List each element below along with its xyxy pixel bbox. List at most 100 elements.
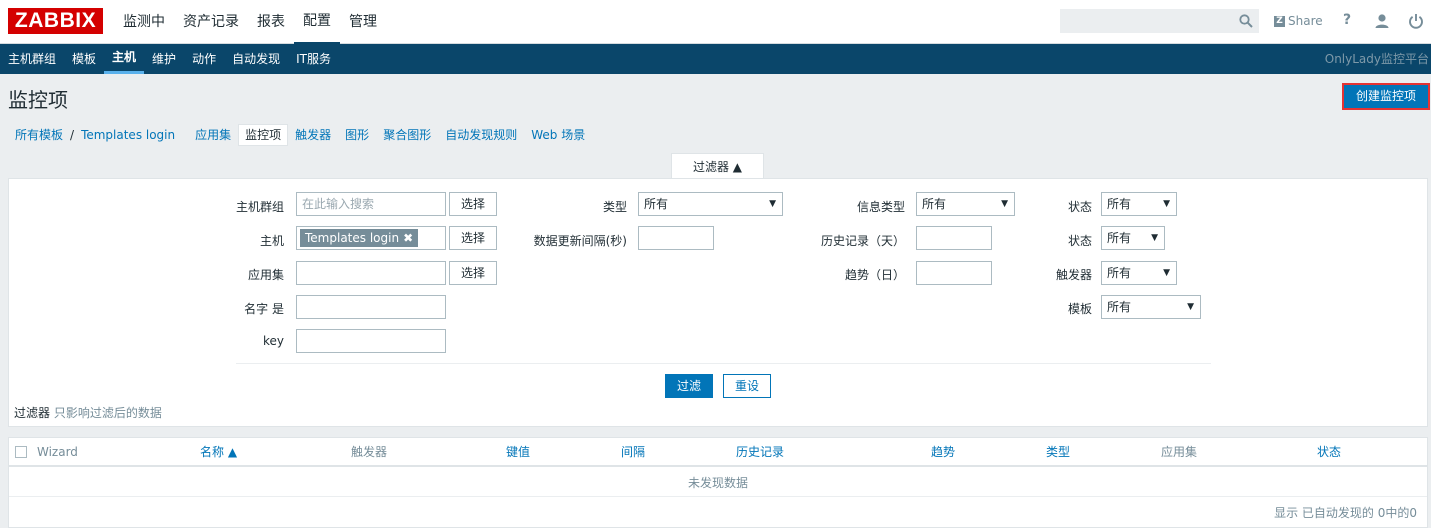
empty-table-message: 未发现数据 [9,469,1427,497]
host-group-label: 主机群组 [235,200,284,214]
sub-menu-bar: 主机群组 模板 主机 维护 动作 自动发现 IT服务 OnlyLady监控平台 [0,44,1431,74]
dropdown-arrow-icon: ▼ [1187,302,1194,312]
submenu-discovery[interactable]: 自动发现 [224,44,288,74]
tab-screens[interactable]: 聚合图形 [376,125,438,145]
submenu-maintenance[interactable]: 维护 [144,44,184,74]
remove-tag-icon[interactable]: ✖ [403,231,413,245]
search-input[interactable] [1060,9,1259,33]
col-history[interactable]: 历史记录 [736,438,784,466]
template-select[interactable]: 所有 ▼ [1101,295,1201,319]
application-select-button[interactable]: 选择 [449,261,497,285]
key-input[interactable] [296,329,446,353]
create-item-highlight: 创建监控项 [1342,83,1430,110]
tab-triggers[interactable]: 触发器 [288,125,338,145]
type-select[interactable]: 所有 ▼ [638,192,783,216]
share-link[interactable]: Z Share [1274,12,1323,30]
state-select[interactable]: 所有 ▼ [1101,226,1165,250]
application-input[interactable] [296,261,446,285]
sign-out-icon[interactable] [1408,13,1424,29]
filter-note-title: 过滤器 [14,406,51,420]
name-label: 名字 是 [244,302,284,316]
user-profile-icon[interactable] [1374,13,1390,29]
main-menu: 监测中 资产记录 报表 配置 管理 [114,0,386,44]
zabbix-logo[interactable]: ZABBIX [8,8,103,34]
submenu-it-services[interactable]: IT服务 [288,44,339,74]
triggers-value: 所有 [1107,266,1132,280]
apply-filter-button[interactable]: 过滤 [665,374,713,398]
col-applications: 应用集 [1161,445,1198,459]
submenu-host-groups[interactable]: 主机群组 [0,44,64,74]
reset-filter-button[interactable]: 重设 [723,374,771,398]
trends-label: 趋势（日） [844,268,905,282]
col-wizard: Wizard [37,445,78,459]
col-trends[interactable]: 趋势 [931,438,955,466]
host-tag-label: Templates login [305,231,400,245]
name-input[interactable] [296,295,446,319]
application-label: 应用集 [247,268,284,282]
history-input[interactable] [916,226,992,250]
top-header: ZABBIX 监测中 资产记录 报表 配置 管理 Z Share ? [0,0,1431,44]
col-status[interactable]: 状态 [1317,438,1341,466]
col-key[interactable]: 键值 [506,438,530,466]
menu-administration[interactable]: 管理 [340,0,386,44]
tab-web-scenarios[interactable]: Web 场景 [524,125,592,145]
dropdown-arrow-icon: ▼ [1001,199,1008,209]
host-select-button[interactable]: 选择 [449,226,497,250]
history-label: 历史记录（天） [820,234,905,248]
host-group-input[interactable]: 在此输入搜索 [296,192,446,216]
interval-label: 数据更新间隔(秒) [533,234,627,248]
template-label: 模板 [1067,302,1092,316]
triggers-label: 触发器 [1055,268,1092,282]
status-label: 状态 [1067,200,1092,214]
search-icon[interactable] [1239,14,1253,28]
dropdown-arrow-icon: ▼ [1163,199,1170,209]
share-label: Share [1288,14,1323,28]
table-header: Wizard 名称 ▲ 触发器 键值 间隔 历史记录 趋势 类型 应用集 状态 [9,438,1427,467]
interval-input[interactable] [638,226,714,250]
info-type-label: 信息类型 [856,200,905,214]
submenu-hosts[interactable]: 主机 [104,44,145,74]
tab-graphs[interactable]: 图形 [338,125,376,145]
type-value: 所有 [644,197,669,211]
filter-divider [236,363,1211,364]
pagination-summary: 显示 已自动发现的 0中的0 [1274,506,1417,520]
breadcrumb: 所有模板 / Templates login 应用集 监控项 触发器 图形 聚合… [8,124,592,146]
triggers-select[interactable]: 所有 ▼ [1101,261,1177,285]
template-value: 所有 [1107,300,1132,314]
page-title: 监控项 [8,88,68,112]
menu-inventory[interactable]: 资产记录 [174,0,248,44]
key-label: key [262,334,284,348]
tab-applications[interactable]: 应用集 [188,125,238,145]
filter-toggle-tab[interactable]: 过滤器 ▲ [671,153,764,179]
breadcrumb-template[interactable]: Templates login [74,125,182,145]
breadcrumb-all-templates[interactable]: 所有模板 [8,125,70,145]
menu-configuration[interactable]: 配置 [294,0,340,44]
zabbix-share-icon: Z [1274,15,1285,27]
submenu-actions[interactable]: 动作 [184,44,224,74]
tab-discovery-rules[interactable]: 自动发现规则 [438,125,524,145]
submenu-templates[interactable]: 模板 [64,44,104,74]
host-input[interactable]: Templates login ✖ [296,226,446,250]
tab-items[interactable]: 监控项 [238,124,289,146]
col-type[interactable]: 类型 [1046,438,1070,466]
help-icon[interactable]: ? [1343,12,1351,28]
filter-note-text: 只影响过滤后的数据 [53,406,162,420]
col-interval[interactable]: 间隔 [621,438,645,466]
status-value: 所有 [1107,197,1132,211]
dropdown-arrow-icon: ▼ [1163,268,1170,278]
menu-monitoring[interactable]: 监测中 [114,0,174,44]
filter-note: 过滤器 只影响过滤后的数据 [14,404,162,421]
create-item-button[interactable]: 创建监控项 [1344,85,1428,108]
trends-input[interactable] [916,261,992,285]
state-value: 所有 [1107,231,1132,245]
col-name[interactable]: 名称 ▲ [200,438,237,466]
dropdown-arrow-icon: ▼ [769,199,776,209]
host-group-select-button[interactable]: 选择 [449,192,497,216]
menu-reports[interactable]: 报表 [248,0,294,44]
info-type-select[interactable]: 所有 ▼ [916,192,1015,216]
col-triggers: 触发器 [351,445,388,459]
select-all-checkbox[interactable] [15,446,27,458]
dropdown-arrow-icon: ▼ [1151,233,1158,243]
status-select[interactable]: 所有 ▼ [1101,192,1177,216]
info-type-value: 所有 [922,197,947,211]
